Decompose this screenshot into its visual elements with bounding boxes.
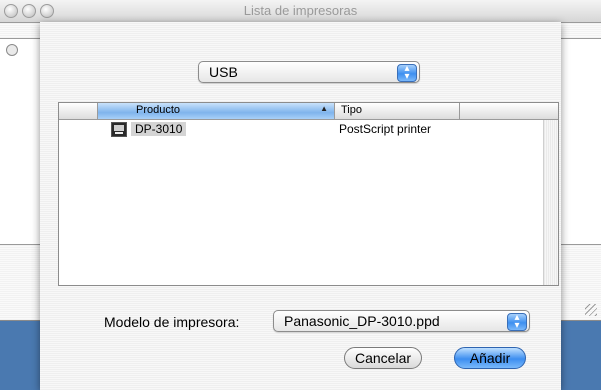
add-button[interactable]: Añadir bbox=[454, 347, 526, 369]
window-title: Lista de impresoras bbox=[243, 3, 358, 18]
table-header: Producto ▲ Tipo bbox=[59, 103, 558, 120]
background-right-panel bbox=[560, 38, 601, 245]
background-small-button[interactable] bbox=[6, 44, 18, 56]
popup-arrows-icon: ▴ ▾ bbox=[507, 313, 527, 331]
list-scrollbar[interactable] bbox=[543, 120, 558, 285]
column-divider bbox=[459, 103, 460, 119]
cancel-button[interactable]: Cancelar bbox=[344, 347, 422, 369]
column-header-product-label: Producto bbox=[136, 104, 181, 116]
printer-table: Producto ▲ Tipo DP-3010 PostScript print… bbox=[58, 102, 559, 286]
background-left-panel bbox=[0, 38, 41, 245]
printer-model-value: Panasonic_DP-3010.ppd bbox=[284, 313, 440, 329]
printer-list-sheet: USB ▴ ▾ Producto ▲ Tipo DP-3010 PostScrip… bbox=[40, 22, 561, 390]
printer-model-popup[interactable]: Panasonic_DP-3010.ppd ▴ ▾ bbox=[273, 310, 530, 332]
column-header-type[interactable]: Tipo bbox=[341, 104, 362, 116]
printer-icon bbox=[111, 122, 127, 137]
connection-popup-value: USB bbox=[209, 64, 238, 80]
table-row[interactable]: DP-3010 PostScript printer bbox=[59, 122, 543, 138]
printer-model-label: Modelo de impresora: bbox=[104, 314, 240, 330]
connection-popup[interactable]: USB ▴ ▾ bbox=[198, 61, 420, 83]
row-product: DP-3010 bbox=[131, 122, 187, 136]
sort-ascending-icon: ▲ bbox=[320, 104, 328, 113]
title-bar: Lista de impresoras bbox=[0, 0, 601, 23]
resize-handle-icon[interactable] bbox=[585, 304, 597, 316]
row-type: PostScript printer bbox=[339, 122, 432, 136]
column-header-product[interactable]: Producto ▲ bbox=[97, 103, 335, 119]
popup-arrows-icon: ▴ ▾ bbox=[397, 64, 417, 82]
